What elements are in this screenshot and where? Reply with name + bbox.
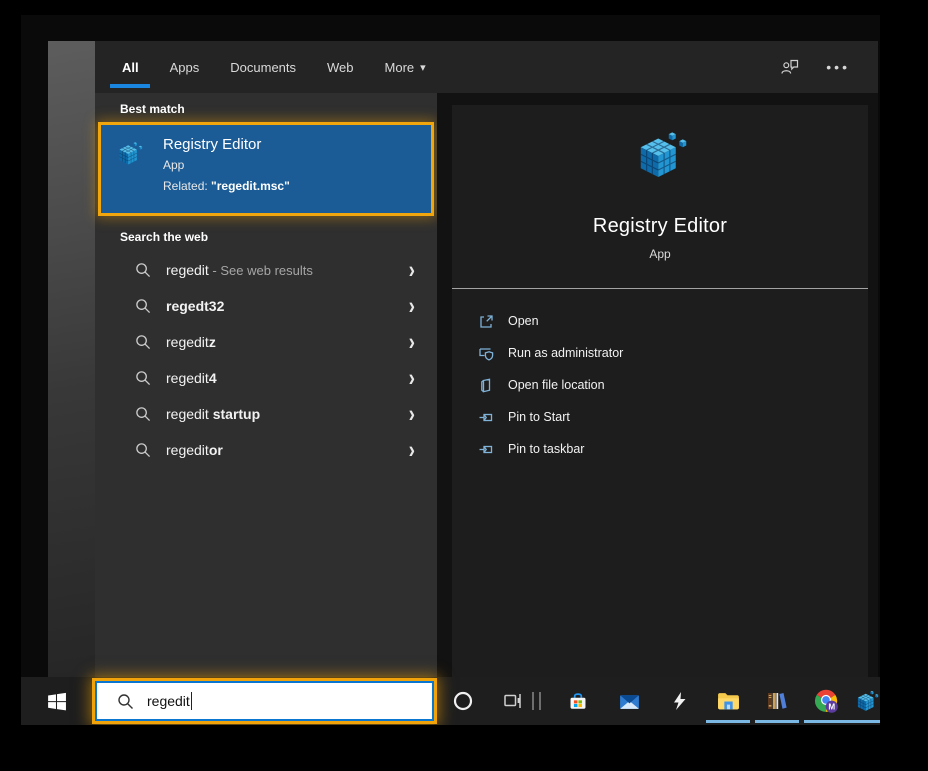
search-web-section-title: Search the web: [95, 216, 437, 250]
chevron-right-icon[interactable]: ›: [409, 258, 415, 282]
open-icon: [478, 313, 495, 330]
registry-editor-taskbar-button[interactable]: [843, 677, 880, 725]
tab-web[interactable]: Web: [325, 41, 356, 93]
open-action[interactable]: Open: [452, 305, 868, 337]
chevron-right-icon[interactable]: ›: [409, 330, 415, 354]
pin-to-taskbar-action[interactable]: Pin to taskbar: [452, 433, 868, 465]
web-suggestion-row[interactable]: regedit startup ›: [95, 396, 437, 432]
cortana-icon: [452, 690, 474, 712]
web-suggestion-row[interactable]: regeditz ›: [95, 324, 437, 360]
search-icon: [135, 370, 151, 386]
desktop-screen: All Apps Documents Web More▾ ••• Best ma…: [21, 15, 880, 725]
tab-documents[interactable]: Documents: [228, 41, 298, 93]
file-location-icon: [478, 377, 495, 394]
search-icon: [135, 406, 151, 422]
start-button[interactable]: [21, 677, 92, 725]
books-app-button[interactable]: [754, 677, 800, 725]
web-suggestions-list: regedit - See web results › regedt32 › r…: [95, 252, 437, 468]
running-indicator: [706, 720, 750, 723]
chevron-down-icon: ▾: [420, 61, 426, 74]
windows-logo-icon: [46, 691, 67, 712]
best-match-title: Registry Editor: [163, 136, 290, 153]
lightning-app-button[interactable]: [657, 677, 703, 725]
more-options-icon[interactable]: •••: [826, 62, 850, 72]
tab-apps[interactable]: Apps: [168, 41, 202, 93]
search-query-text: regedit: [147, 693, 190, 709]
pin-icon: [478, 441, 495, 458]
tab-more[interactable]: More▾: [383, 41, 428, 93]
chevron-right-icon[interactable]: ›: [409, 366, 415, 390]
books-icon: [765, 689, 789, 713]
running-indicator: [804, 720, 848, 723]
pin-icon: [478, 409, 495, 426]
web-suggestion-row[interactable]: regeditor ›: [95, 432, 437, 468]
chevron-right-icon[interactable]: ›: [409, 438, 415, 462]
file-explorer-icon: [716, 689, 741, 714]
registry-editor-icon: [854, 689, 879, 714]
best-match-section-title: Best match: [95, 93, 437, 122]
svg-text:M: M: [828, 703, 835, 712]
admin-shield-icon: [478, 345, 495, 362]
best-match-result[interactable]: Registry Editor App Related: "regedit.ms…: [98, 122, 434, 216]
chrome-icon: M: [813, 688, 839, 714]
search-icon: [135, 298, 151, 314]
preview-pane: Registry Editor App Open: [452, 105, 868, 677]
run-as-administrator-action[interactable]: Run as administrator: [452, 337, 868, 369]
lightning-bolt-icon: [670, 691, 690, 711]
chevron-right-icon[interactable]: ›: [409, 294, 415, 318]
desktop-wallpaper: [48, 41, 95, 677]
microsoft-store-icon: [567, 690, 589, 712]
best-match-related: Related: "regedit.msc": [163, 179, 290, 193]
web-suggestion-row[interactable]: regedit - See web results ›: [95, 252, 437, 288]
search-icon: [135, 334, 151, 350]
running-indicator: [845, 720, 880, 723]
taskbar: regedit: [21, 677, 880, 725]
search-flyout-panel: All Apps Documents Web More▾ ••• Best ma…: [95, 41, 878, 677]
registry-editor-icon: [115, 140, 143, 168]
file-explorer-button[interactable]: [705, 677, 751, 725]
cortana-button[interactable]: [440, 677, 486, 725]
mail-icon: [618, 690, 641, 713]
web-suggestion-row[interactable]: regedt32 ›: [95, 288, 437, 324]
mail-button[interactable]: [606, 677, 652, 725]
divider: [452, 288, 868, 289]
preview-column: Registry Editor App Open: [437, 93, 878, 677]
search-icon: [135, 262, 151, 278]
web-suggestion-row[interactable]: regedit4 ›: [95, 360, 437, 396]
context-actions-list: Open Run as administrator: [452, 305, 868, 465]
microsoft-store-button[interactable]: [555, 677, 601, 725]
registry-editor-icon: [632, 128, 688, 189]
best-match-type: App: [163, 158, 290, 172]
task-view-icon: [503, 691, 523, 711]
chevron-right-icon[interactable]: ›: [409, 402, 415, 426]
taskbar-separator: [532, 692, 541, 710]
search-filter-tabbar: All Apps Documents Web More▾ •••: [95, 41, 878, 93]
search-results-column: Best match Registry Editor App Related: …: [95, 93, 437, 677]
preview-title: Registry Editor: [593, 215, 727, 238]
open-file-location-action[interactable]: Open file location: [452, 369, 868, 401]
search-icon: [117, 693, 134, 710]
taskbar-search-box[interactable]: regedit: [92, 678, 437, 724]
text-cursor: [191, 692, 193, 710]
pin-to-start-action[interactable]: Pin to Start: [452, 401, 868, 433]
running-indicator: [755, 720, 799, 723]
task-view-button[interactable]: [490, 677, 536, 725]
feedback-icon[interactable]: [780, 57, 800, 77]
tab-all[interactable]: All: [120, 41, 141, 93]
search-icon: [135, 442, 151, 458]
preview-type: App: [649, 247, 670, 261]
